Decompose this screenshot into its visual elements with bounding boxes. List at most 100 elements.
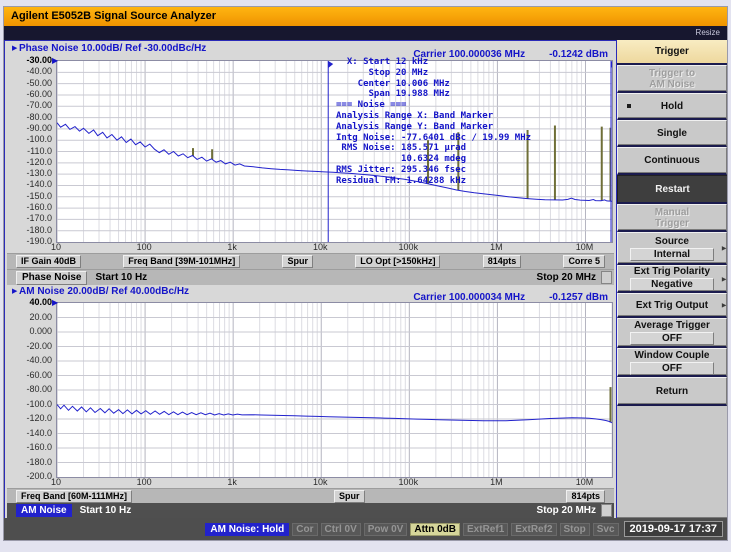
softkey-label: Restart [655,183,690,195]
x-tick-label: 100k [398,477,419,487]
softkey-label: Average Trigger [634,320,710,331]
submenu-arrow-icon: ▸ [721,243,726,253]
softkey-source[interactable]: Source Internal ▸ [617,232,727,265]
x-tick-label: 100 [136,477,152,487]
y-tick-label: -30.00 [26,55,52,65]
window-title: Agilent E5052B Signal Source Analyzer [11,10,216,22]
softkey-header-trigger[interactable]: Trigger [617,40,727,65]
window-bar-handle[interactable] [601,504,612,517]
softkey-label: Ext Trig Output [635,299,709,311]
selected-bullet-icon [627,104,631,108]
softkey-ext-trig-output[interactable]: Ext Trig Output ▸ [617,293,727,318]
y-tick-label: -80.00 [26,384,52,394]
status-indicator-cor: Cor [292,522,318,536]
phase-noise-window-bar[interactable]: Phase Noise Start 10 Hz Stop 20 MHz [7,270,614,285]
phase-noise-window-label[interactable]: Phase Noise [16,270,88,285]
y-tick-label: -60.00 [26,369,52,380]
softkey-manual[interactable]: Manual Trigger [617,204,727,232]
softkey-label: AM Noise [649,78,695,90]
status-indicator-am-noise-hold: AM Noise: Hold [205,522,290,536]
status-indicator-extref2: ExtRef2 [511,522,557,536]
y-tick-label: -20.00 [26,340,52,351]
y-tick-label: 20.00 [29,311,52,322]
x-tick-label: 10 [50,477,62,487]
y-tick-label: -180.0 [26,224,52,235]
am-noise-window-bar[interactable]: AM Noise Start 10 Hz Stop 20 MHz [7,503,614,518]
status-indicator-extref1: ExtRef1 [463,522,509,536]
x-tick-label: 100k [398,242,419,252]
x-tick-label: 100 [136,242,152,252]
setting-chip: Spur [282,255,313,268]
carrier-power: -0.1242 dBm [549,49,608,60]
softkey-label: Return [655,385,689,397]
am-noise-carrier: Carrier 100.000034 MHz -0.1257 dBm [413,292,608,303]
x-tick-label: 10M [575,477,594,487]
window-bar-handle[interactable] [601,271,612,284]
y-tick-label: -150.0 [26,190,52,201]
carrier-frequency: Carrier 100.000034 MHz [413,292,526,303]
status-indicator-stop: Stop [559,522,590,536]
ref-level-marker-icon: ▶ [52,298,59,307]
status-indicator-svc: Svc [592,522,619,536]
setting-chip: 814pts [566,490,605,503]
y-tick-label: -140.0 [26,427,52,438]
softkey-value: Internal [629,247,715,261]
softkey-hold[interactable]: Hold [617,93,727,120]
am-noise-trace [57,404,612,424]
x-tick-label: 1k [227,242,237,252]
y-tick-label: -40.00 [26,66,52,77]
setting-chip: Corre 5 [563,255,605,268]
window-marker-icon: ▶ [12,288,18,295]
softkey-label: Ext Trig Polarity [633,266,711,277]
submenu-arrow-icon: ▸ [721,274,726,283]
carrier-frequency: Carrier 100.000036 MHz [413,49,526,60]
x-tick-label: 1M [490,242,503,252]
softkey-label: Hold [660,100,684,112]
start-frequency-label: Start 10 Hz [95,272,148,283]
softkey-trigger-to[interactable]: Trigger to AM Noise [617,65,727,93]
softkey-label: Trigger to [648,67,696,79]
x-tick-label: 10k [312,477,328,487]
y-tick-label: -60.00 [26,88,52,99]
setting-chip: 814pts [482,255,522,268]
setting-chip: Freq Band [39M-101MHz] [123,255,241,268]
stop-frequency-label: Stop 20 MHz [536,272,596,283]
analysis-info-readout: X: Start 12 kHz Stop 20 MHz Center 10.00… [336,57,532,186]
status-indicator-pow-0v: Pow 0V [363,522,408,536]
phase-noise-carrier: Carrier 100.000036 MHz -0.1242 dBm [413,49,608,60]
y-tick-label: 0.000 [29,326,52,336]
y-tick-label: -160.0 [26,442,52,452]
y-tick-label: -130.0 [26,168,52,179]
y-tick-label: -180.0 [26,456,52,467]
carrier-power: -0.1257 dBm [549,292,608,303]
softkey-label: Single [656,127,687,139]
resize-control[interactable]: Resize [696,28,720,37]
softkey-label: Trigger [655,217,689,229]
status-bar: AM Noise: Hold Cor Ctrl 0V Pow 0V Attn 0dB Ex… [4,517,727,540]
band-marker-flag-icon [328,61,334,68]
y-tick-label: -170.0 [26,213,52,224]
x-tick-label: 10M [575,242,594,252]
softkey-continuous[interactable]: Continuous [617,147,727,175]
x-tick-label: 1k [227,477,237,487]
y-tick-label: -100.0 [26,134,52,145]
softkey-average-trigger[interactable]: Average Trigger OFF [617,318,727,348]
softkey-return[interactable]: Return [617,377,727,406]
softkey-value: OFF [629,361,715,375]
am-noise-window-label[interactable]: AM Noise [16,504,72,517]
phase-noise-settings-row: IF Gain 40dB Freq Band [39M-101MHz] Spur LO… [7,253,614,270]
status-indicator-attn-0db: Attn 0dB [410,522,461,536]
y-tick-label: -50.00 [26,77,52,88]
y-tick-label: -70.00 [26,100,52,111]
title-bar[interactable]: Agilent E5052B Signal Source Analyzer [4,7,727,26]
softkey-value: OFF [629,332,715,345]
y-tick-label: -90.00 [26,122,52,133]
softkey-window-couple[interactable]: Window Couple OFF [617,348,727,377]
softkey-ext-trig-polarity[interactable]: Ext Trig Polarity Negative ▸ [617,265,727,293]
softkey-single[interactable]: Single [617,120,727,147]
y-tick-label: -80.00 [26,111,52,122]
band-marker-flag-icon [611,61,612,68]
softkey-restart[interactable]: Restart [617,175,727,204]
softkey-label: Window Couple [634,349,710,361]
y-tick-label: -100.0 [26,398,52,409]
